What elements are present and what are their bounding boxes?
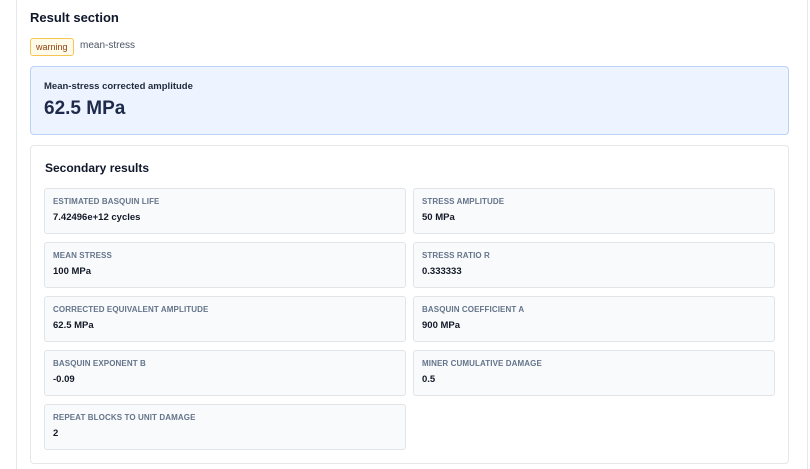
result-card-value: 0.5 (422, 374, 436, 385)
mode-tag: mean-stress (80, 40, 136, 51)
result-card-basquin-coefficient: BASQUIN COEFFICIENT A 900 MPa (413, 296, 775, 342)
result-card-label: ESTIMATED BASQUIN LIFE (53, 197, 160, 206)
result-card-corrected-equivalent-amplitude: CORRECTED EQUIVALENT AMPLITUDE 62.5 MPa (44, 296, 406, 342)
result-card-label: STRESS RATIO R (422, 251, 490, 260)
result-card-basquin-exponent: BASQUIN EXPONENT B -0.09 (44, 350, 406, 396)
primary-result-value: 62.5 MPa (44, 98, 126, 119)
result-card-label: MINER CUMULATIVE DAMAGE (422, 359, 542, 368)
result-card-value: 0.333333 (422, 266, 462, 277)
result-card-stress-ratio: STRESS RATIO R 0.333333 (413, 242, 775, 288)
result-card-value: 62.5 MPa (53, 320, 94, 331)
result-card-label: REPEAT BLOCKS TO UNIT DAMAGE (53, 413, 196, 422)
primary-result-label: Mean-stress corrected amplitude (44, 81, 193, 92)
result-card-label: CORRECTED EQUIVALENT AMPLITUDE (53, 305, 209, 314)
result-card-repeat-blocks: REPEAT BLOCKS TO UNIT DAMAGE 2 (44, 404, 406, 450)
result-card-value: 900 MPa (422, 320, 461, 331)
result-card-stress-amplitude: STRESS AMPLITUDE 50 MPa (413, 188, 775, 234)
result-card-label: BASQUIN COEFFICIENT A (422, 305, 525, 314)
result-card-estimated-basquin-life: ESTIMATED BASQUIN LIFE 7.42496e+12 cycle… (44, 188, 406, 234)
result-card-miner-cumulative-damage: MINER CUMULATIVE DAMAGE 0.5 (413, 350, 775, 396)
result-card-label: STRESS AMPLITUDE (422, 197, 505, 206)
result-card-mean-stress: MEAN STRESS 100 MPa (44, 242, 406, 288)
primary-result-card: Mean-stress corrected amplitude 62.5 MPa (30, 66, 789, 135)
section-title: Result section (30, 10, 119, 25)
result-card-value: -0.09 (53, 374, 75, 385)
result-card-value: 50 MPa (422, 212, 455, 223)
warning-badge: warning (30, 38, 74, 56)
secondary-results-panel: Secondary results ESTIMATED BASQUIN LIFE… (30, 145, 789, 464)
result-card-value: 100 MPa (53, 266, 92, 277)
result-card-label: BASQUIN EXPONENT B (53, 359, 146, 368)
result-card-value: 7.42496e+12 cycles (53, 212, 141, 223)
result-card-value: 2 (53, 428, 59, 439)
secondary-results-title: Secondary results (45, 161, 150, 175)
result-card-label: MEAN STRESS (53, 251, 112, 260)
